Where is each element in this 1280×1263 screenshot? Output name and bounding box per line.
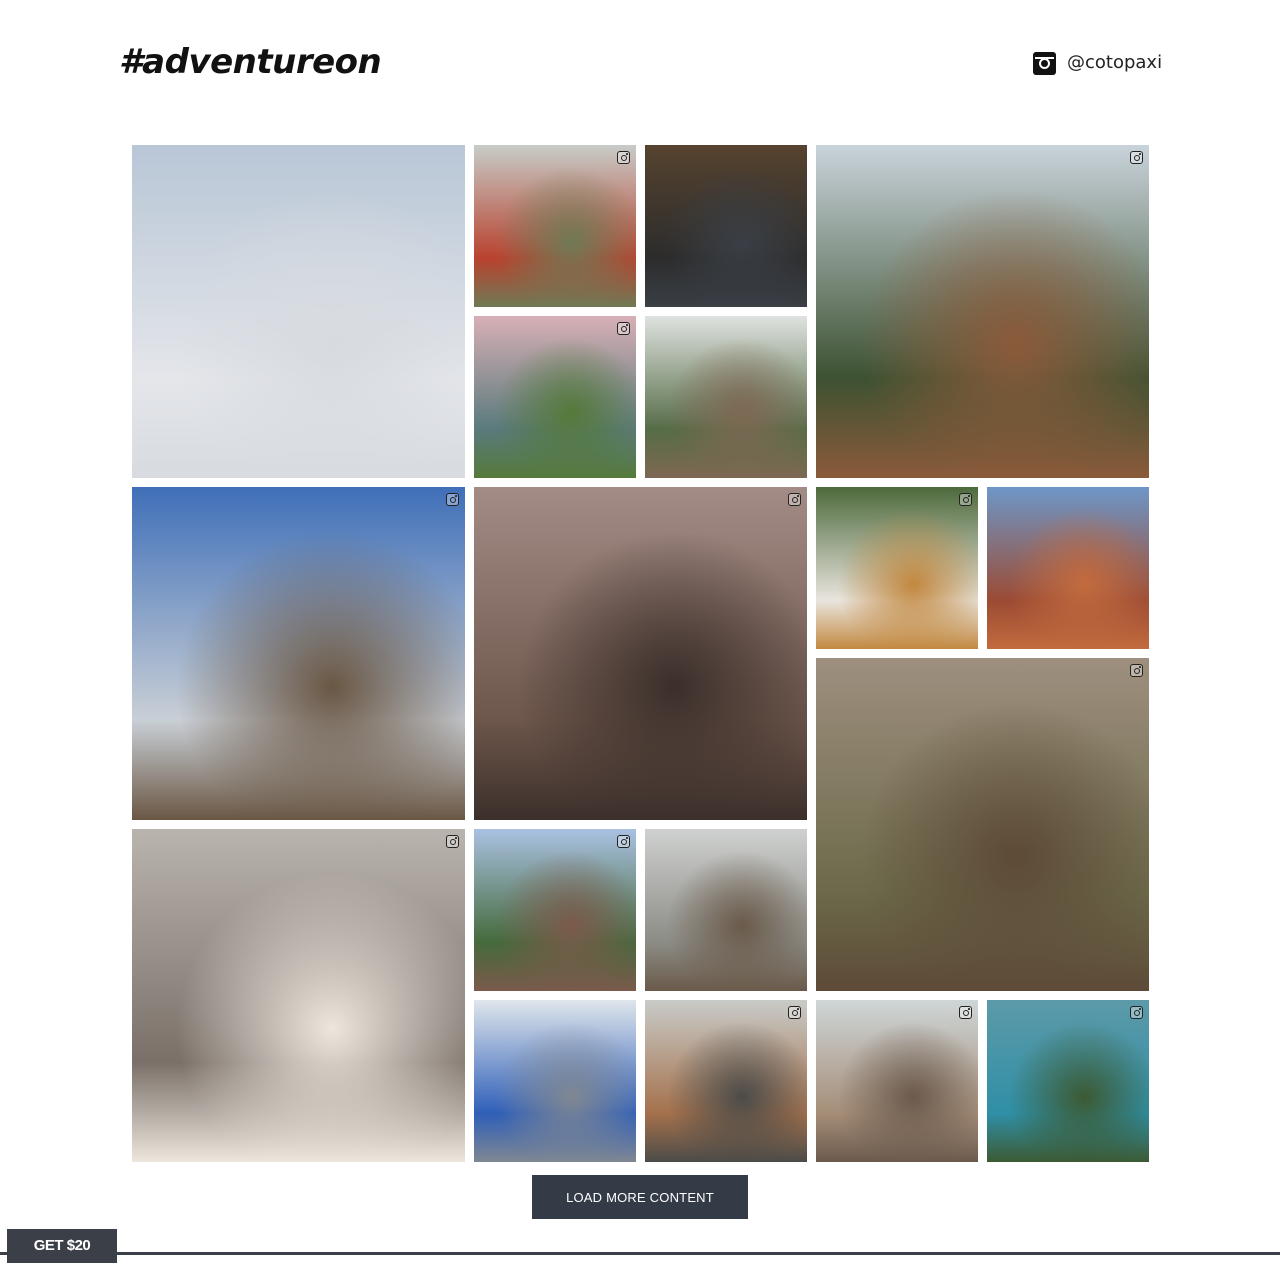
- photo-rock-scramble[interactable]: [816, 1000, 978, 1162]
- photo-tree-swing-water[interactable]: [987, 1000, 1149, 1162]
- instagram-icon: [1130, 151, 1143, 164]
- photo-bike-dog[interactable]: [816, 487, 978, 649]
- instagram-icon: [617, 835, 630, 848]
- instagram-icon: [446, 493, 459, 506]
- photo-canyon-backpack[interactable]: [645, 1000, 807, 1162]
- promo-tab[interactable]: GET $20: [7, 1229, 117, 1263]
- instagram-icon: [617, 322, 630, 335]
- photo-curly-hair-backpack[interactable]: [132, 829, 465, 1162]
- instagram-icon: [959, 1006, 972, 1019]
- photo-trail-backpackers[interactable]: [645, 316, 807, 478]
- photo-red-desert-dog[interactable]: [987, 487, 1149, 649]
- photo-grid: [0, 0, 1280, 1255]
- instagram-icon: [1130, 1006, 1143, 1019]
- photo-stretching-blue-shorts[interactable]: [474, 1000, 636, 1162]
- instagram-icon: [1130, 664, 1143, 677]
- photo-misty-cliff[interactable]: [645, 829, 807, 991]
- instagram-icon: [617, 151, 630, 164]
- photo-alpine-lake[interactable]: [474, 316, 636, 478]
- instagram-icon: [446, 835, 459, 848]
- photo-jumping-jacket[interactable]: [816, 658, 1149, 991]
- photo-canyon-ponytail[interactable]: [474, 487, 807, 820]
- photo-red-tuk-tuk[interactable]: [474, 145, 636, 307]
- load-more-button[interactable]: LOAD MORE CONTENT: [532, 1175, 748, 1219]
- instagram-icon: [959, 493, 972, 506]
- photo-skateboard-salt-flats[interactable]: [132, 145, 465, 478]
- instagram-icon: [788, 1006, 801, 1019]
- photo-forest-overlook[interactable]: [816, 145, 1149, 478]
- photo-river-overlook[interactable]: [474, 829, 636, 991]
- photo-snowy-peaks[interactable]: [132, 487, 465, 820]
- instagram-icon: [788, 493, 801, 506]
- photo-climbing-gym[interactable]: [645, 145, 807, 307]
